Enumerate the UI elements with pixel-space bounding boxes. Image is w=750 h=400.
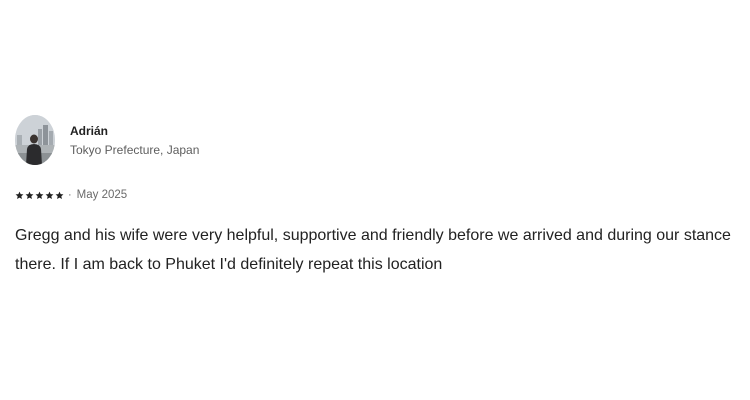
reviewer-location: Tokyo Prefecture, Japan [70, 142, 200, 157]
review-card: Adrián Tokyo Prefecture, Japan · May 202… [15, 115, 735, 279]
star-icon [35, 191, 44, 199]
user-photo-icon [15, 115, 55, 165]
reviewer-avatar[interactable] [15, 115, 55, 165]
reviewer-header: Adrián Tokyo Prefecture, Japan [15, 115, 735, 165]
reviewer-name[interactable]: Adrián [70, 123, 199, 139]
reviewer-info: Adrián Tokyo Prefecture, Japan [70, 123, 199, 158]
review-date: May 2025 [76, 189, 128, 201]
review-text: Gregg and his wife were very helpful, su… [15, 227, 731, 273]
star-icon [25, 191, 34, 199]
star-rating [15, 191, 65, 200]
dot-separator: · [68, 189, 72, 201]
star-icon [15, 191, 24, 199]
star-icon [45, 191, 54, 199]
star-icon [55, 191, 64, 199]
rating-row: · May 2025 [15, 187, 735, 203]
